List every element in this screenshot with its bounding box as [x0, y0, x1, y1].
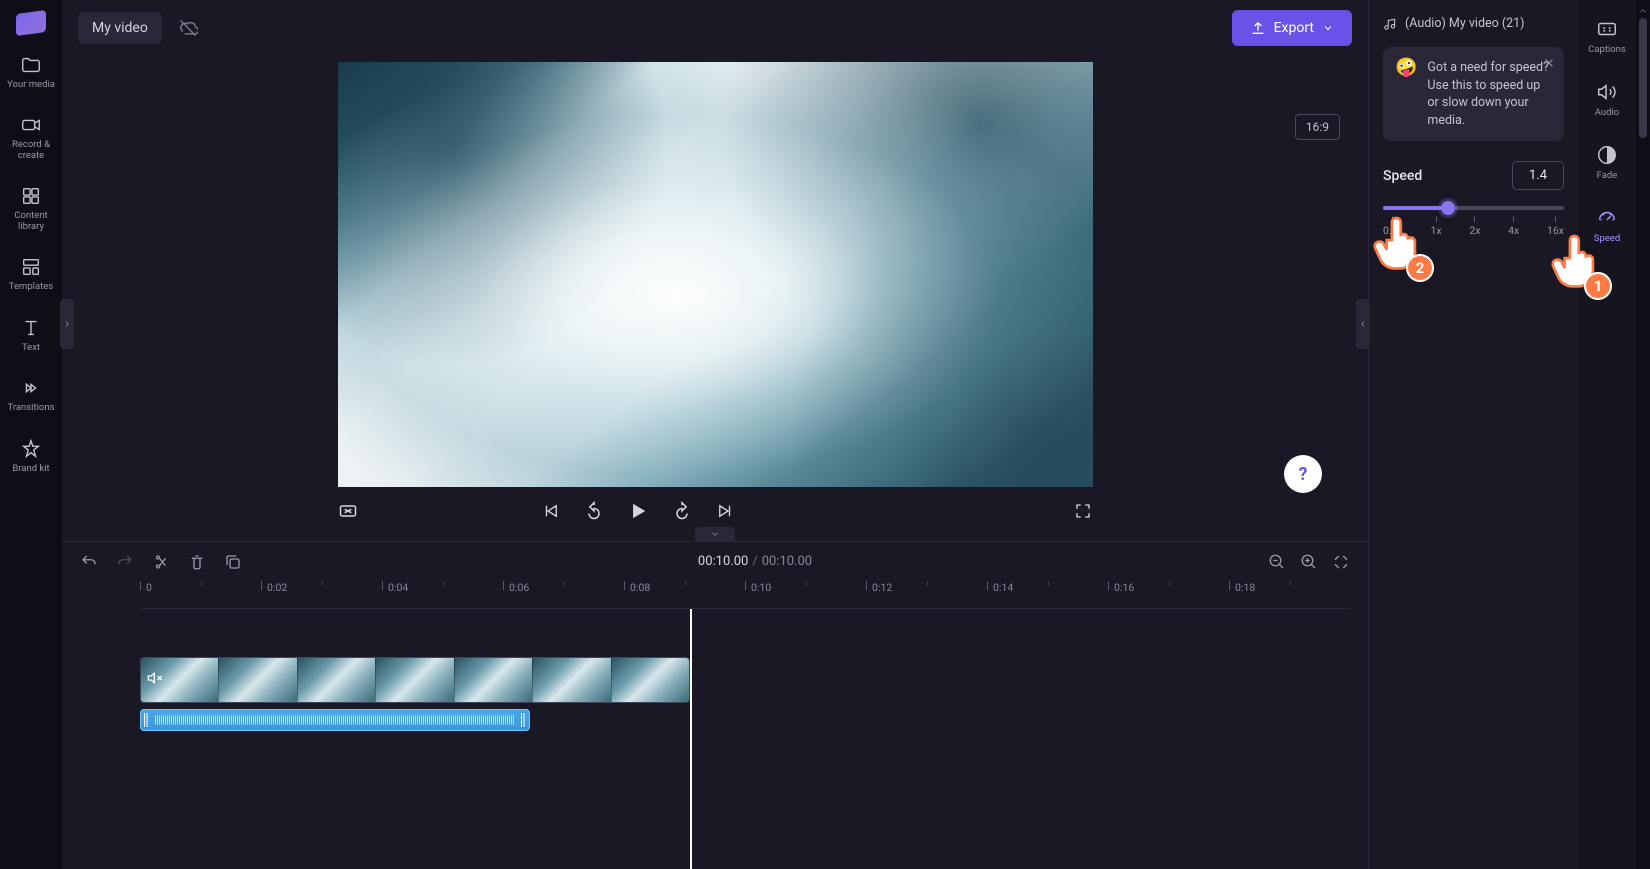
skip-start-icon[interactable] [542, 502, 560, 520]
total-time: 00:10.00 [762, 554, 812, 569]
time-display: 00:10.00/00:10.00 [698, 554, 812, 569]
expand-left-handle[interactable] [60, 299, 74, 349]
forward-icon[interactable] [672, 501, 692, 521]
speedometer-icon [1596, 207, 1618, 229]
main-area: My video Export 16:9 ? [62, 0, 1368, 869]
tip-emoji-icon: 🤪 [1395, 59, 1417, 129]
export-label: Export [1274, 20, 1314, 36]
speed-input[interactable] [1512, 161, 1564, 190]
zoom-fit-icon[interactable] [1332, 553, 1350, 571]
nav-brand-kit[interactable]: Brand kit [3, 434, 59, 478]
clip-mute-icon[interactable] [147, 670, 163, 690]
duplicate-icon[interactable] [224, 553, 242, 571]
speed-tip-box: 🤪 Got a need for speed? Use this to spee… [1383, 47, 1564, 141]
upload-icon [1250, 20, 1266, 36]
nav-transitions[interactable]: Transitions [3, 373, 59, 417]
left-sidebar: Your media Record & create Content libra… [0, 0, 62, 869]
redo-icon[interactable] [116, 553, 134, 571]
properties-panel: (Audio) My video (21) 🤪 Got a need for s… [1368, 0, 1578, 869]
preview-off-icon[interactable] [338, 501, 358, 521]
nav-label: Brand kit [12, 464, 49, 474]
video-clip[interactable] [140, 657, 690, 703]
audio-track [140, 709, 1350, 731]
transitions-icon [20, 377, 42, 399]
right-tabs: Captions Audio Fade Speed [1578, 0, 1636, 869]
timeline-toolbar: 00:10.00/00:10.00 [62, 541, 1368, 581]
aspect-ratio-badge[interactable]: 16:9 [1295, 114, 1340, 140]
export-button[interactable]: Export [1232, 10, 1352, 46]
tab-captions[interactable]: Captions [1581, 14, 1633, 59]
split-icon[interactable] [152, 553, 170, 571]
tab-speed[interactable]: Speed [1581, 203, 1633, 248]
selected-clip-title: (Audio) My video (21) [1383, 16, 1564, 31]
brandkit-icon [20, 438, 42, 460]
speed-label: Speed [1383, 168, 1422, 184]
captions-icon [1596, 18, 1618, 40]
project-name-button[interactable]: My video [78, 12, 162, 44]
play-icon[interactable] [628, 501, 648, 521]
fullscreen-icon[interactable] [1074, 502, 1092, 520]
nav-label: Your media [7, 80, 55, 90]
timeline-tracks[interactable] [62, 609, 1368, 869]
expand-right-handle[interactable] [1356, 299, 1370, 349]
undo-icon[interactable] [80, 553, 98, 571]
zoom-out-icon[interactable] [1268, 553, 1286, 571]
chevron-down-icon [1322, 22, 1334, 34]
music-note-icon [1383, 17, 1397, 31]
speaker-icon [1596, 81, 1618, 103]
camera-icon [20, 114, 42, 136]
video-preview[interactable] [338, 62, 1093, 487]
tab-audio[interactable]: Audio [1581, 77, 1633, 122]
speed-slider[interactable]: 0.1x 1x 2x 4x 16x [1383, 206, 1564, 237]
audio-clip[interactable] [140, 709, 530, 731]
nav-label: Content library [7, 211, 55, 232]
tip-text: Got a need for speed? Use this to speed … [1427, 59, 1552, 129]
tip-close-button[interactable] [1542, 55, 1556, 74]
topbar: My video Export [62, 0, 1368, 56]
nav-text[interactable]: Text [3, 313, 59, 357]
nav-label: Transitions [8, 403, 55, 413]
text-icon [20, 317, 42, 339]
playhead[interactable] [690, 609, 692, 869]
skip-end-icon[interactable] [716, 502, 734, 520]
slider-thumb[interactable] [1441, 201, 1455, 215]
templates-icon [20, 256, 42, 278]
preview-area: 16:9 ? [62, 56, 1368, 541]
video-track [140, 657, 1350, 703]
zoom-in-icon[interactable] [1300, 553, 1318, 571]
app-logo[interactable] [16, 10, 46, 36]
delete-icon[interactable] [188, 553, 206, 571]
collapse-timeline-handle[interactable] [695, 527, 735, 541]
nav-content-library[interactable]: Content library [3, 181, 59, 236]
current-time: 00:10.00 [698, 554, 748, 569]
vertical-scrollbar[interactable] [1636, 0, 1650, 869]
cloud-off-icon[interactable] [178, 18, 198, 38]
nav-record-create[interactable]: Record & create [3, 110, 59, 165]
nav-label: Text [22, 343, 40, 353]
help-button[interactable]: ? [1284, 455, 1322, 493]
scrollbar-thumb[interactable] [1639, 18, 1647, 138]
timeline-ruler[interactable]: 0 0:02 0:04 0:06 0:08 0:10 0:12 0:14 0:1… [140, 581, 1350, 609]
nav-templates[interactable]: Templates [3, 252, 59, 296]
slider-fill [1383, 206, 1448, 210]
tab-fade[interactable]: Fade [1581, 140, 1633, 185]
fade-icon [1596, 144, 1618, 166]
rewind-icon[interactable] [584, 501, 604, 521]
nav-label: Record & create [7, 140, 55, 161]
nav-your-media[interactable]: Your media [3, 50, 59, 94]
nav-label: Templates [9, 282, 53, 292]
library-icon [20, 185, 42, 207]
audio-waveform [155, 714, 515, 726]
folder-icon [20, 54, 42, 76]
